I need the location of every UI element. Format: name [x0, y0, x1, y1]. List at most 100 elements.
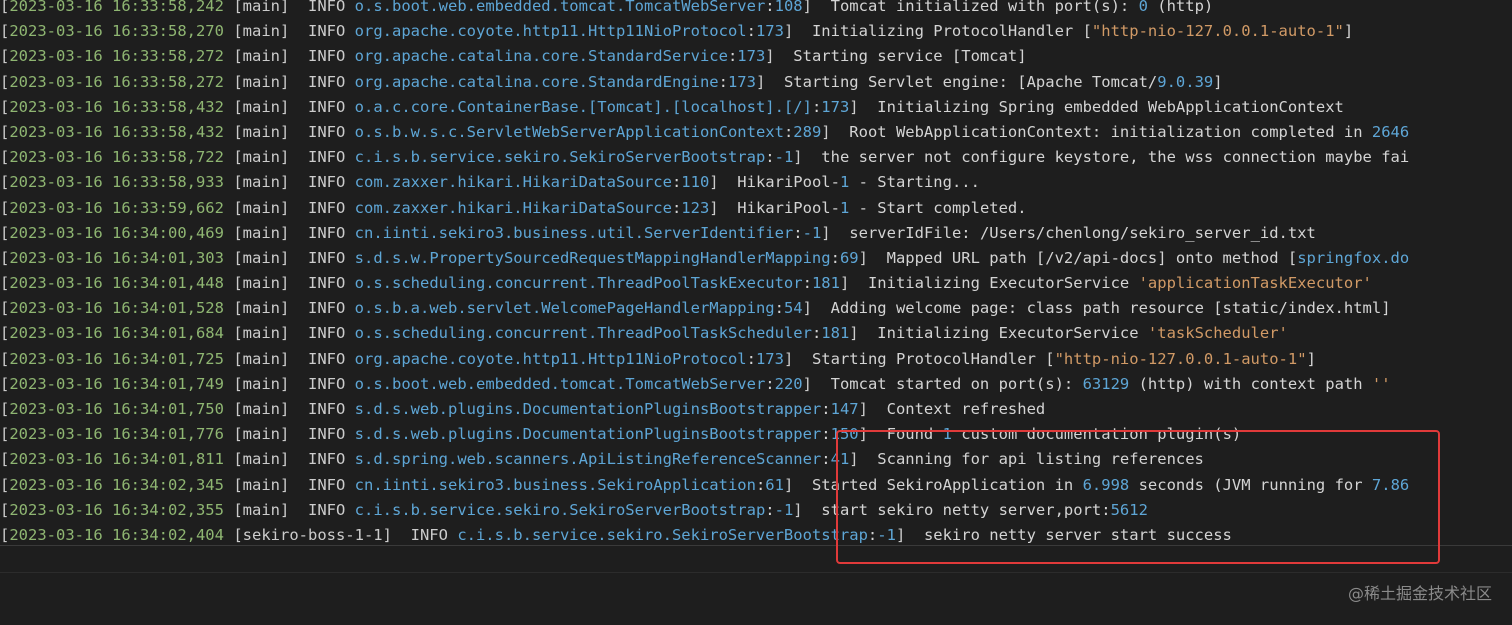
- log-message-part: ]: [1306, 349, 1316, 368]
- log-line-number: 61: [765, 475, 784, 494]
- log-line-number: 173: [727, 72, 756, 91]
- log-timestamp: 2023-03-16 16:34:00,469: [9, 223, 224, 242]
- log-logger: o.a.c.core.ContainerBase.[Tomcat].[local…: [354, 97, 812, 116]
- log-level: INFO: [308, 274, 346, 293]
- log-line-number: 289: [793, 122, 822, 141]
- log-logger: s.d.s.w.PropertySourcedRequestMappingHan…: [354, 248, 831, 267]
- log-thread: [main]: [233, 0, 290, 15]
- log-message-part: serverIdFile: /Users/chenlong/sekiro_ser…: [849, 223, 1316, 242]
- log-level: INFO: [308, 400, 346, 418]
- log-line: [2023-03-16 16:33:58,933 [main] INFO com…: [0, 173, 980, 192]
- log-line-number: 173: [755, 22, 784, 41]
- log-timestamp: 2023-03-16 16:34:02,345: [9, 475, 224, 494]
- log-thread: [main]: [233, 349, 290, 368]
- log-message-part: 0: [1138, 0, 1148, 15]
- log-thread: [main]: [233, 400, 290, 418]
- log-line-number: 147: [830, 400, 859, 418]
- log-logger: o.s.scheduling.concurrent.ThreadPoolTask…: [354, 324, 812, 343]
- log-thread: [main]: [233, 22, 290, 41]
- log-line: [2023-03-16 16:33:58,272 [main] INFO org…: [0, 72, 1223, 91]
- log-line-number: 181: [811, 274, 840, 293]
- log-level: INFO: [308, 72, 346, 91]
- watermark: @稀土掘金技术社区: [1347, 584, 1492, 603]
- log-message-part: HikariPool-: [737, 173, 840, 192]
- log-line: [2023-03-16 16:34:01,448 [main] INFO o.s…: [0, 274, 1372, 293]
- log-message-part: (http) with context path: [1129, 374, 1372, 393]
- log-message-part: Starting ProtocolHandler [: [811, 349, 1055, 368]
- log-level: INFO: [308, 22, 346, 41]
- log-level: INFO: [308, 198, 346, 217]
- log-message-part: Root WebApplicationContext: initializati…: [849, 122, 1372, 141]
- log-line: [2023-03-16 16:34:01,725 [main] INFO org…: [0, 349, 1316, 368]
- log-line-number: 173: [821, 97, 850, 116]
- log-level: INFO: [308, 299, 346, 318]
- log-thread: [main]: [233, 248, 290, 267]
- log-message-part: springfox.do: [1297, 248, 1410, 267]
- log-timestamp: 2023-03-16 16:34:01,749: [9, 374, 224, 393]
- log-thread: [main]: [233, 475, 290, 494]
- log-logger: o.s.boot.web.embedded.tomcat.TomcatWebSe…: [354, 374, 766, 393]
- log-timestamp: 2023-03-16 16:34:01,684: [9, 324, 224, 343]
- log-line-number: 54: [783, 299, 803, 318]
- log-level: INFO: [308, 324, 346, 343]
- log-timestamp: 2023-03-16 16:33:58,933: [9, 173, 224, 192]
- log-timestamp: 2023-03-16 16:33:58,722: [9, 148, 224, 167]
- log-message-part: Initializing ExecutorService: [877, 324, 1148, 343]
- log-thread: [main]: [233, 47, 290, 66]
- log-logger: s.d.spring.web.scanners.ApiListingRefere…: [354, 450, 822, 469]
- log-message-part: 9.0.39: [1157, 72, 1214, 91]
- log-logger: c.i.s.b.service.sekiro.SekiroServerBoots…: [457, 525, 868, 544]
- log-level: INFO: [308, 248, 346, 267]
- log-thread: [main]: [233, 97, 290, 116]
- log-timestamp: 2023-03-16 16:33:58,272: [9, 47, 224, 66]
- log-line-number: -1: [802, 223, 822, 242]
- log-line-number: 110: [681, 173, 710, 192]
- log-timestamp: 2023-03-16 16:34:02,404: [9, 525, 224, 544]
- console-bottom-divider: [0, 572, 1512, 573]
- log-message-part: '': [1371, 374, 1391, 393]
- console-output-panel[interactable]: [2023-03-16 16:33:58,242 [main] INFO o.s…: [0, 0, 1512, 625]
- log-thread: [main]: [233, 72, 290, 91]
- log-logger: org.apache.coyote.http11.Http11NioProtoc…: [354, 22, 747, 41]
- log-line-number: 173: [755, 349, 784, 368]
- log-logger: cn.iinti.sekiro3.business.SekiroApplicat…: [354, 475, 756, 494]
- log-timestamp: 2023-03-16 16:33:58,432: [9, 97, 224, 116]
- log-message-part: Adding welcome page: class path resource…: [830, 299, 1391, 318]
- log-level: INFO: [308, 0, 346, 15]
- log-timestamp: 2023-03-16 16:33:58,242: [9, 0, 224, 15]
- log-message-part: the server not configure keystore, the w…: [821, 148, 1410, 167]
- log-message-part: 'applicationTaskExecutor': [1138, 274, 1372, 293]
- log-logger: org.apache.coyote.http11.Http11NioProtoc…: [354, 349, 747, 368]
- log-thread: [main]: [233, 450, 290, 469]
- log-line: [2023-03-16 16:34:00,469 [main] INFO cn.…: [0, 223, 1316, 242]
- log-timestamp: 2023-03-16 16:34:02,355: [9, 500, 224, 519]
- log-message-part: "http-nio-127.0.0.1-auto-1": [1091, 22, 1344, 41]
- log-level: INFO: [308, 97, 346, 116]
- log-message-part: ]: [1213, 72, 1223, 91]
- log-line: [2023-03-16 16:34:01,528 [main] INFO o.s…: [0, 299, 1391, 318]
- log-timestamp: 2023-03-16 16:34:01,448: [9, 274, 224, 293]
- log-message-part: Tomcat started on port(s):: [830, 374, 1083, 393]
- log-level: INFO: [308, 122, 346, 141]
- log-logger: s.d.s.web.plugins.DocumentationPluginsBo…: [354, 425, 822, 444]
- log-timestamp: 2023-03-16 16:34:01,750: [9, 400, 224, 418]
- log-logger: cn.iinti.sekiro3.business.util.ServerIde…: [354, 223, 794, 242]
- highlight-box: [836, 430, 1440, 564]
- log-line-number: 173: [737, 47, 766, 66]
- log-timestamp: 2023-03-16 16:33:58,272: [9, 72, 224, 91]
- log-line-number: 220: [774, 374, 803, 393]
- log-line: [2023-03-16 16:34:01,303 [main] INFO s.d…: [0, 248, 1410, 267]
- log-timestamp: 2023-03-16 16:34:01,811: [9, 450, 224, 469]
- log-message-part: Initializing ExecutorService: [867, 274, 1139, 293]
- log-message-part: 63129: [1082, 374, 1130, 393]
- log-level: INFO: [308, 500, 346, 519]
- log-timestamp: 2023-03-16 16:33:58,270: [9, 22, 224, 41]
- log-timestamp: 2023-03-16 16:33:58,432: [9, 122, 224, 141]
- log-message-part: Initializing Spring embedded WebApplicat…: [877, 97, 1344, 116]
- log-message-part: Tomcat initialized with port(s):: [830, 0, 1139, 15]
- log-timestamp: 2023-03-16 16:34:01,528: [9, 299, 224, 318]
- log-message-part: - Starting...: [849, 173, 980, 192]
- log-line: [2023-03-16 16:33:59,662 [main] INFO com…: [0, 198, 1027, 217]
- log-message-part: Mapped URL path [/v2/api-docs] onto meth…: [886, 248, 1298, 267]
- log-level: INFO: [410, 525, 448, 544]
